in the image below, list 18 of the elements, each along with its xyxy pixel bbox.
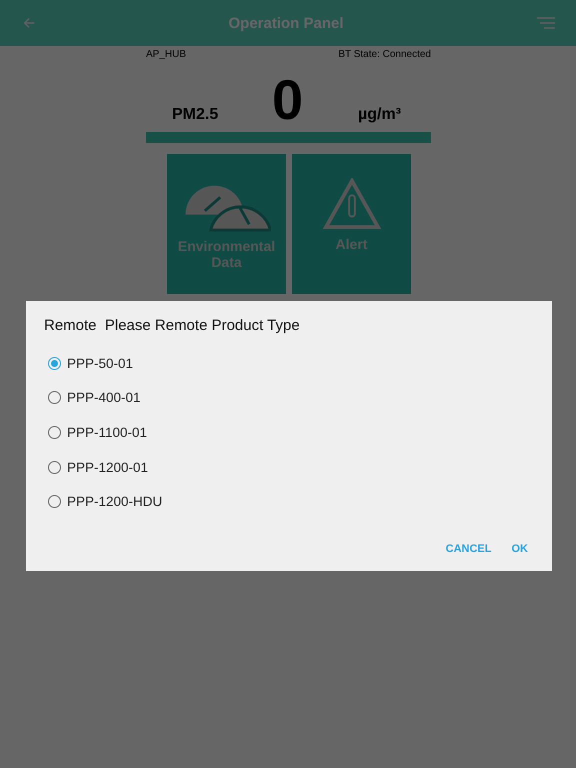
screen-title: Operation Panel [227,14,345,32]
radio-option[interactable]: PPP-1200-01 [44,450,534,484]
unit-label: µg/m³ [358,106,402,125]
radio-option[interactable]: PPP-50-01 [44,346,534,381]
radio-button[interactable] [48,495,61,508]
radio-button[interactable] [48,356,61,370]
radio-button[interactable] [48,460,61,474]
bluetooth-state: BT State: Connected [338,49,431,60]
radio-option[interactable]: PPP-1200-HDU [44,484,534,519]
dialog-title: Remote Please Remote Product Type [44,317,301,334]
radio-option[interactable]: PPP-1100-01 [44,415,534,450]
warning-icon [322,178,380,230]
reading-value: 0 [272,72,304,128]
radio-button[interactable] [48,426,61,439]
device-name: AP_HUB [146,49,186,60]
radio-option[interactable]: PPP-400-01 [44,380,534,416]
pollutant-label: PM2.5 [172,106,220,125]
radio-button[interactable] [48,391,61,404]
